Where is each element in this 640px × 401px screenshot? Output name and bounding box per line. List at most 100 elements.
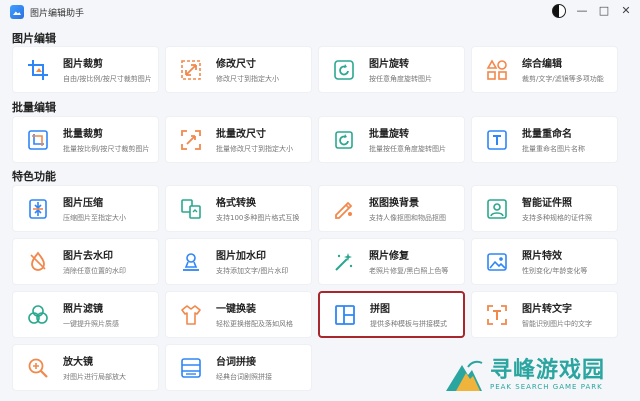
section-grid-image-edit: 图片裁剪自由/按比例/按尺寸裁剪图片 修改尺寸修改尺寸到指定大小 图片旋转按任意… [12,46,618,93]
section-title-featured: 特色功能 [12,170,56,183]
tool-name: 拼图 [370,304,390,315]
resize-icon [178,57,204,83]
tool-desc: 批量按任意角度旋转图片 [369,145,446,153]
tool-card-crop[interactable]: 图片裁剪自由/按比例/按尺寸裁剪图片 [12,46,159,93]
section-title-image-edit: 图片编辑 [12,32,56,45]
tool-card-collage[interactable]: 拼图 提供多种模板与拼接模式 [318,291,465,338]
tool-desc: 老照片修复/黑白照上色等 [369,267,449,275]
minimize-button[interactable]: — [576,4,588,18]
tool-name: 一键换装 [216,304,256,315]
tool-name: 批量重命名 [522,129,572,140]
convert-icon [178,196,204,222]
subtitle-icon [178,355,204,381]
tool-name: 综合编辑 [522,59,562,70]
tool-name: 图片转文字 [522,304,572,315]
tool-card-id-photo[interactable]: 智能证件照支持多种规格的证件照 [471,185,618,232]
tool-name: 图片裁剪 [63,59,103,70]
tool-desc: 批量重命名图片名称 [522,145,585,153]
batch-resize-icon [178,127,204,153]
tool-desc: 智能识别图片中的文字 [522,320,592,328]
tool-card-batch-rename[interactable]: 批量重命名批量重命名图片名称 [471,116,618,163]
tool-desc: 支持添加文字/图片水印 [216,267,289,275]
rotate-icon [331,57,357,83]
batch-crop-icon [25,127,51,153]
tool-card-add-watermark[interactable]: 图片加水印支持添加文字/图片水印 [165,238,312,285]
tool-card-magnifier[interactable]: 放大镜 对图片进行局部放大 [12,344,159,391]
tool-desc: 支持100多种图片格式互换 [216,214,300,222]
tool-name: 放大镜 [63,357,93,368]
tool-card-format-convert[interactable]: 格式转换支持100多种图片格式互换 [165,185,312,232]
tool-card-cutout[interactable]: 抠图换背景支持人像抠图和物品抠图 [318,185,465,232]
tool-card-batch-crop[interactable]: 批量裁剪批量按比例/按尺寸裁剪图片 [12,116,159,163]
tool-name: 图片去水印 [63,251,113,262]
tool-name: 照片特效 [522,251,562,262]
tool-card-resize[interactable]: 修改尺寸修改尺寸到指定大小 [165,46,312,93]
tool-name: 图片压缩 [63,198,103,209]
cutout-icon [331,196,357,222]
tool-name: 格式转换 [216,198,256,209]
section-grid-batch-edit: 批量裁剪 批量按比例/按尺寸裁剪图片 批量改尺寸 批量修改尺寸到指定大小 批量旋转批… [12,116,618,163]
tool-card-compress[interactable]: 图片压缩压缩图片至指定大小 [12,185,159,232]
tool-desc: 支持人像抠图和物品抠图 [369,214,446,222]
id-photo-icon [484,196,510,222]
tool-name: 抠图换背景 [369,198,419,209]
tool-card-image-to-text[interactable]: 图片转文字智能识别图片中的文字 [471,291,618,338]
maximize-button[interactable]: □ [598,4,610,18]
tool-name: 批量旋转 [369,129,409,140]
tool-desc: 轻松更换搭配及落如风格 [216,320,293,328]
tool-desc: 支持多种规格的证件照 [522,214,592,222]
shapes-icon [484,57,510,83]
tool-desc: 性别变化/年龄变化等 [522,267,588,275]
tool-card-comprehensive-edit[interactable]: 综合编辑裁剪/文字/滤镜等多项功能 [471,46,618,93]
ocr-icon [484,302,510,328]
tool-card-photo-effects[interactable]: 照片特效性别变化/年龄变化等 [471,238,618,285]
collage-icon [332,302,358,328]
clothes-icon [178,302,204,328]
peak-logo-icon [446,360,483,391]
tool-desc: 消除任意位置的水印 [63,267,126,275]
tool-desc: 经典台词剧照拼接 [216,373,272,381]
magic-wand-icon [331,249,357,275]
tool-desc: 一键提升照片质感 [63,320,119,328]
tool-name: 台词拼接 [216,357,256,368]
window-controls: — □ ✕ [552,4,632,18]
theme-toggle-icon[interactable] [552,4,566,18]
tool-desc: 压缩图片至指定大小 [63,214,126,222]
batch-rotate-icon [331,127,357,153]
effects-icon [484,249,510,275]
tool-name: 图片旋转 [369,59,409,70]
tool-card-rotate[interactable]: 图片旋转按任意角度旋转图片 [318,46,465,93]
tool-desc: 批量修改尺寸到指定大小 [216,145,293,153]
dewatermark-icon [25,249,51,275]
tool-name: 图片加水印 [216,251,266,262]
tool-name: 智能证件照 [522,198,572,209]
app-logo-icon [10,5,24,19]
tool-card-batch-resize[interactable]: 批量改尺寸批量修改尺寸到指定大小 [165,116,312,163]
tool-desc: 批量按比例/按尺寸裁剪图片 [63,145,150,153]
rename-icon [484,127,510,153]
filter-icon [25,302,51,328]
tool-card-batch-rotate[interactable]: 批量旋转批量按任意角度旋转图片 [318,116,465,163]
app-title: 图片编辑助手 [30,8,85,19]
magnifier-icon [25,355,51,381]
tool-desc: 修改尺寸到指定大小 [216,75,279,83]
tool-name: 照片滤镜 [63,304,103,315]
tool-card-subtitle-stitch[interactable]: 台词拼接经典台词剧照拼接 [165,344,312,391]
tool-name: 批量改尺寸 [216,129,266,140]
tool-name: 修改尺寸 [216,59,256,70]
close-button[interactable]: ✕ [620,4,632,18]
tool-card-outfit-change[interactable]: 一键换装轻松更换搭配及落如风格 [165,291,312,338]
tool-name: 批量裁剪 [63,129,103,140]
tool-card-remove-watermark[interactable]: 图片去水印消除任意位置的水印 [12,238,159,285]
tool-card-photo-filter[interactable]: 照片滤镜一键提升照片质感 [12,291,159,338]
tool-desc: 按任意角度旋转图片 [369,75,432,83]
tool-desc: 自由/按比例/按尺寸裁剪图片 [63,75,152,83]
tool-desc: 裁剪/文字/滤镜等多项功能 [522,75,604,83]
crop-icon [25,57,51,83]
watermark-main-text: 寻峰游戏园 [490,358,606,383]
site-watermark: 寻峰游戏园 PEAK SEARCH GAME PARK [444,353,634,397]
tool-name: 照片修复 [369,251,409,262]
section-title-batch-edit: 批量编辑 [12,101,56,114]
tool-card-photo-repair[interactable]: 照片修复老照片修复/黑白照上色等 [318,238,465,285]
watermark-sub-text: PEAK SEARCH GAME PARK [490,383,603,391]
